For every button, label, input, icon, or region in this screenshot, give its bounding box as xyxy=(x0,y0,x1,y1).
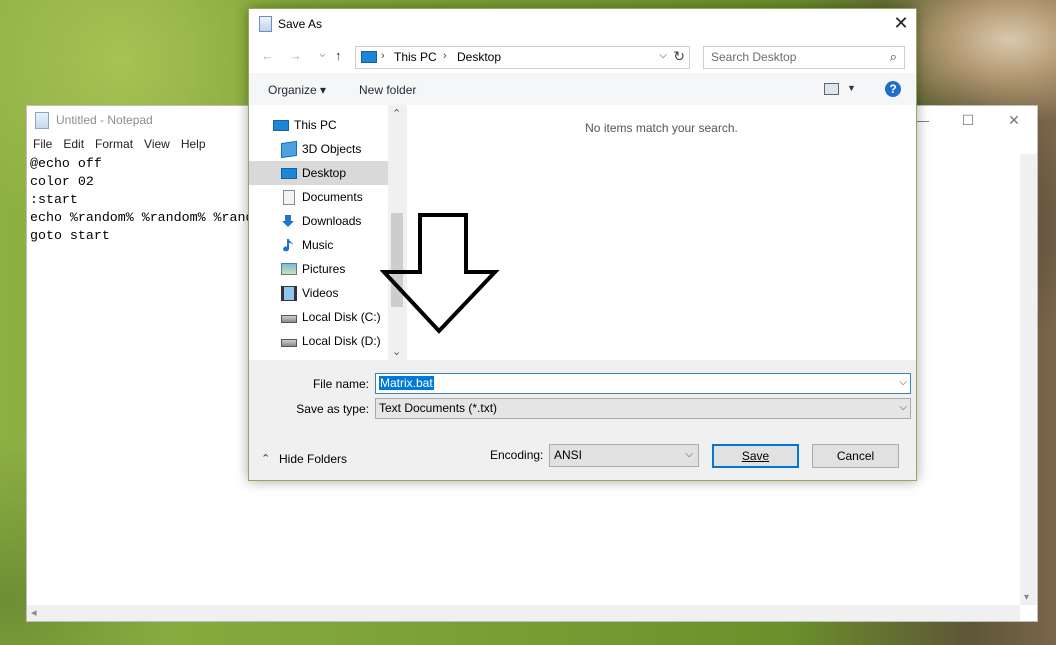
cancel-button[interactable]: Cancel xyxy=(812,444,899,468)
text-line: goto start xyxy=(30,228,110,243)
notepad-menu-bar: File Edit Format View Help xyxy=(27,135,211,153)
tree-item-documents[interactable]: Documents xyxy=(249,185,388,209)
scroll-left-icon[interactable]: ◂ xyxy=(31,606,37,619)
search-icon[interactable]: ⌕ xyxy=(890,49,897,65)
save-as-type-select[interactable]: Text Documents (*.txt) ⌵ xyxy=(375,398,911,419)
save-button-label: Save xyxy=(741,449,770,463)
notepad-icon xyxy=(35,112,49,129)
dialog-title: Save As xyxy=(278,17,323,31)
menu-edit[interactable]: Edit xyxy=(57,135,89,153)
tree-item-music[interactable]: Music xyxy=(249,233,388,257)
notepad-horizontal-scrollbar[interactable]: ◂ xyxy=(27,605,1020,621)
search-input[interactable]: Search Desktop ⌕ xyxy=(703,46,905,69)
notepad-icon xyxy=(259,16,272,32)
back-arrow-icon[interactable]: ← xyxy=(261,48,274,63)
chevron-down-icon[interactable]: ⌵ xyxy=(899,377,907,388)
forward-arrow-icon[interactable]: → xyxy=(289,48,302,63)
breadcrumb-separator[interactable]: › xyxy=(443,50,447,62)
hide-folders-label: Hide Folders xyxy=(279,452,348,466)
refresh-icon[interactable]: ↻ xyxy=(673,48,685,65)
chevron-down-icon[interactable]: ⌵ xyxy=(659,50,667,61)
chevron-up-icon[interactable]: ⌃ xyxy=(392,107,401,120)
tree-item-label: Desktop xyxy=(302,166,347,180)
menu-format[interactable]: Format xyxy=(89,135,138,153)
tree-item-local-disk-d[interactable]: Local Disk (D:) xyxy=(249,329,388,353)
tree-item-3d-objects[interactable]: 3D Objects xyxy=(249,137,388,161)
tree-item-label: Local Disk (C:) xyxy=(302,310,381,324)
notepad-vertical-scrollbar[interactable]: ▾ xyxy=(1020,154,1037,605)
menu-file[interactable]: File xyxy=(27,135,57,153)
address-bar[interactable]: › This PC › Desktop ⌵ ↻ xyxy=(355,46,690,69)
drive-icon xyxy=(281,315,297,323)
file-name-input[interactable]: Matrix.bat ⌵ xyxy=(375,373,911,394)
tree-item-desktop[interactable]: Desktop xyxy=(249,161,388,185)
text-line: :start xyxy=(30,192,78,207)
computer-icon xyxy=(273,120,289,131)
encoding-select[interactable]: ANSI ⌵ xyxy=(549,444,699,467)
scroll-down-icon[interactable]: ▾ xyxy=(1024,592,1029,603)
encoding-value: ANSI xyxy=(554,448,583,462)
dialog-toolbar: Organize ▾ New folder ▼ ? xyxy=(249,73,916,105)
save-as-type-label: Save as type: xyxy=(296,402,369,416)
tree-item-pictures[interactable]: Pictures xyxy=(249,257,388,281)
breadcrumb-separator[interactable]: › xyxy=(381,50,385,62)
tree-item-label: Local Disk (D:) xyxy=(302,334,381,348)
text-line: color 02 xyxy=(30,174,94,189)
maximize-button[interactable]: ☐ xyxy=(945,108,991,132)
tree-item-label: Music xyxy=(302,238,334,252)
text-line: @echo off xyxy=(30,156,102,171)
save-as-type-value: Text Documents (*.txt) xyxy=(379,401,498,415)
tree-item-videos[interactable]: Videos xyxy=(249,281,388,305)
help-icon[interactable]: ? xyxy=(885,81,901,97)
chevron-up-icon: ⌃ xyxy=(261,453,271,465)
film-icon xyxy=(281,286,297,301)
tree-item-label: Pictures xyxy=(302,262,346,276)
music-note-icon xyxy=(281,238,295,252)
picture-icon xyxy=(281,263,297,275)
menu-help[interactable]: Help xyxy=(175,135,211,153)
chevron-down-icon[interactable]: ⌵ xyxy=(685,449,693,460)
tree-item-downloads[interactable]: Downloads xyxy=(249,209,388,233)
down-arrow-annotation-icon xyxy=(380,213,500,334)
tree-item-label: Downloads xyxy=(302,214,362,228)
chevron-down-icon[interactable]: ▼ xyxy=(847,83,856,93)
encoding-label: Encoding: xyxy=(490,448,544,462)
breadcrumb-this-pc[interactable]: This PC xyxy=(394,50,437,64)
text-line: echo %random% %random% %rand xyxy=(30,210,254,225)
chevron-down-icon[interactable]: ⌄ xyxy=(392,345,401,358)
tree-item-label: Videos xyxy=(302,286,339,300)
cube-icon xyxy=(281,140,297,159)
chevron-down-icon[interactable]: ⌵ xyxy=(899,402,907,413)
menu-view[interactable]: View xyxy=(138,135,175,153)
tree-item-label: 3D Objects xyxy=(302,142,362,156)
tree-item-label: This PC xyxy=(294,118,337,132)
dialog-title-bar[interactable]: Save As ✕ xyxy=(249,9,916,39)
navigation-bar: ← → ⌄ ↑ › This PC › Desktop ⌵ ↻ Search D… xyxy=(249,39,916,73)
breadcrumb-desktop[interactable]: Desktop xyxy=(457,50,501,64)
download-icon xyxy=(281,214,295,227)
notepad-title: Untitled - Notepad xyxy=(56,113,153,127)
drive-icon xyxy=(281,339,297,347)
tree-item-local-disk-c[interactable]: Local Disk (C:) xyxy=(249,305,388,329)
new-folder-button[interactable]: New folder xyxy=(359,83,416,97)
empty-message: No items match your search. xyxy=(585,121,738,135)
desktop-icon xyxy=(281,168,297,179)
save-as-dialog: Save As ✕ ← → ⌄ ↑ › This PC › Desktop ⌵ … xyxy=(248,8,917,481)
up-arrow-icon[interactable]: ↑ xyxy=(335,48,342,63)
notepad-close-button[interactable]: ✕ xyxy=(991,108,1037,132)
tree-item-label: Documents xyxy=(302,190,363,204)
document-icon xyxy=(283,190,295,205)
save-button[interactable]: Save xyxy=(712,444,799,468)
recent-locations-icon[interactable]: ⌄ xyxy=(317,45,328,61)
search-placeholder: Search Desktop xyxy=(711,50,797,64)
save-options: File name: Matrix.bat ⌵ Save as type: Te… xyxy=(249,360,916,480)
organize-button[interactable]: Organize ▾ xyxy=(268,83,326,97)
computer-icon xyxy=(361,51,377,63)
tree-item-this-pc[interactable]: This PC xyxy=(249,113,388,137)
file-name-label: File name: xyxy=(312,377,369,391)
file-name-value: Matrix.bat xyxy=(379,376,434,390)
notepad-text-area[interactable]: @echo off color 02 :start echo %random% %ra… xyxy=(30,155,253,245)
view-options-icon[interactable] xyxy=(824,83,839,95)
dialog-close-button[interactable]: ✕ xyxy=(886,9,916,39)
